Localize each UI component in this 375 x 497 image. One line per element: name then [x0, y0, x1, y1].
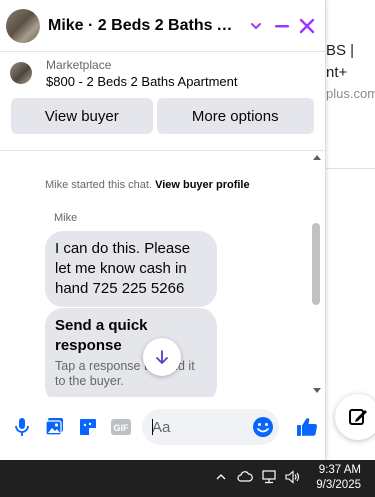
scroll-up-arrow[interactable] [313, 155, 321, 160]
composer: GIF [0, 402, 326, 452]
quick-response-description: Tap a response to send it to the buyer. [55, 359, 195, 388]
taskbar-clock[interactable]: 9:37 AM 9/3/2025 [316, 463, 361, 493]
mic-icon [15, 418, 29, 436]
thumbs-up-icon [297, 418, 318, 436]
edit-icon [349, 409, 367, 425]
chat-header: Mike · 2 Beds 2 Baths Apartment [0, 0, 325, 52]
message-bubble[interactable]: I can do this. Please let me know cash i… [45, 231, 217, 307]
sender-name: Mike [54, 212, 78, 224]
cloud-icon [237, 471, 253, 482]
options-button[interactable] [244, 14, 268, 38]
listing-actions: View buyer More options [0, 98, 325, 134]
image-icon [45, 418, 63, 436]
more-options-button[interactable]: More options [156, 98, 314, 134]
chevron-down-icon [251, 22, 262, 29]
background-text-line3: plus.com [326, 86, 375, 101]
new-message-button[interactable] [335, 394, 375, 440]
chat-started-text: Mike started this chat. [45, 179, 152, 191]
onedrive-button[interactable] [236, 468, 254, 486]
scrollbar[interactable] [310, 155, 322, 393]
arrow-down-icon [156, 350, 168, 364]
message-input-container[interactable] [142, 409, 279, 445]
clock-time: 9:37 AM [318, 464, 361, 476]
attach-photo-button[interactable] [41, 413, 69, 441]
tray-chevron-icon [216, 474, 226, 480]
text-caret [152, 419, 153, 435]
scroll-thumb[interactable] [312, 223, 320, 305]
emoji-icon[interactable] [251, 415, 275, 439]
view-buyer-button[interactable]: View buyer [11, 98, 153, 134]
volume-icon [285, 470, 300, 484]
clock-date: 9/3/2025 [316, 479, 361, 491]
message-input[interactable] [152, 418, 252, 436]
listing-kicker: Marketplace [46, 57, 112, 72]
close-button[interactable] [295, 14, 319, 38]
network-button[interactable] [260, 468, 278, 486]
like-button[interactable] [293, 413, 321, 441]
scroll-down-arrow[interactable] [313, 388, 321, 393]
background-text-line1: BS | [326, 42, 355, 59]
gif-button[interactable]: GIF [107, 413, 135, 441]
background-divider [326, 168, 375, 169]
background-text-line2: nt+ [326, 64, 348, 81]
listing-title: $800 - 2 Beds 2 Baths Apartment [46, 73, 238, 89]
message-list[interactable]: Mike started this chat. View buyer profi… [0, 150, 326, 397]
chat-title[interactable]: Mike · 2 Beds 2 Baths Apartment [48, 17, 242, 35]
system-tray [212, 468, 302, 486]
taskbar: 9:37 AM 9/3/2025 [0, 460, 375, 497]
minimize-button[interactable] [270, 14, 294, 38]
listing-summary[interactable]: Marketplace $800 - 2 Beds 2 Baths Apartm… [0, 52, 325, 94]
quick-response-card[interactable]: Send a quick response Tap a response to … [45, 308, 217, 397]
avatar[interactable] [6, 8, 40, 43]
scroll-to-bottom-button[interactable] [143, 338, 181, 376]
show-hidden-icons-button[interactable] [212, 468, 230, 486]
network-icon [262, 470, 276, 484]
close-icon [300, 18, 315, 33]
listing-thumbnail [10, 62, 32, 84]
svg-text:GIF: GIF [114, 423, 130, 433]
chat-started-note: Mike started this chat. View buyer profi… [45, 179, 250, 191]
chat-window: Mike · 2 Beds 2 Baths Apartment Marketpl… [0, 0, 326, 460]
gif-icon: GIF [111, 419, 131, 435]
sticker-button[interactable] [74, 413, 102, 441]
sticker-icon [80, 419, 96, 435]
voice-clip-button[interactable] [8, 413, 36, 441]
minimize-icon [274, 24, 289, 27]
view-buyer-profile-link[interactable]: View buyer profile [155, 179, 250, 191]
volume-button[interactable] [284, 468, 302, 486]
